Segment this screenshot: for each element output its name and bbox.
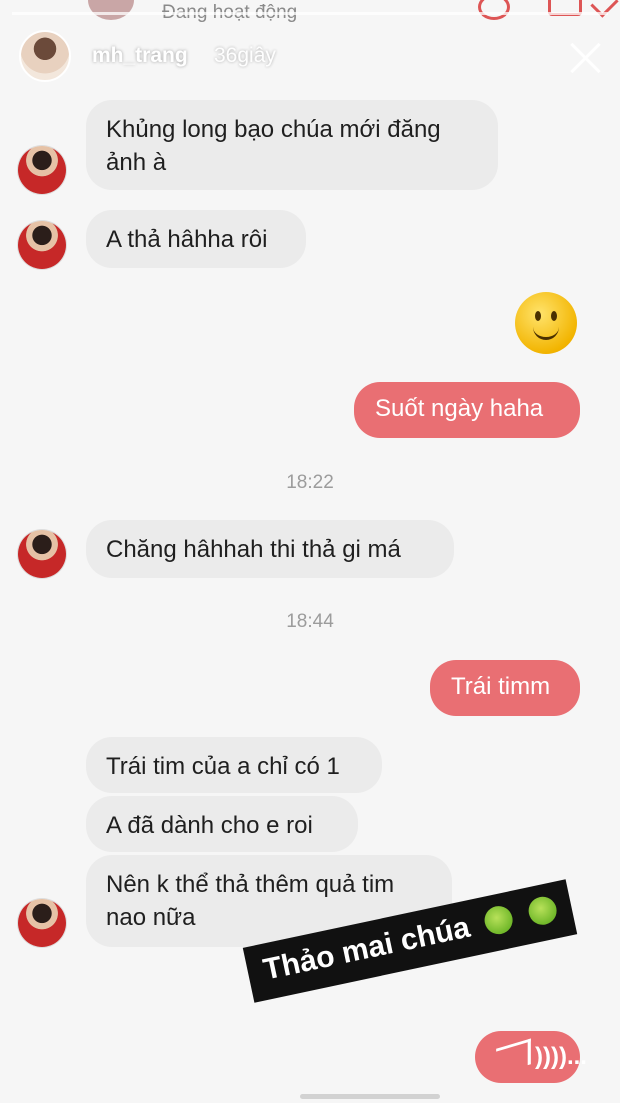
- sender-avatar: [18, 899, 66, 947]
- message-bubble: A thả hâhha rôi: [86, 210, 306, 268]
- message-bubble: Trái tim của a chỉ có 1: [86, 737, 382, 793]
- story-progress-bar: [12, 12, 608, 15]
- timestamp: 18:44: [286, 611, 334, 632]
- nauseated-face-icon: [525, 894, 559, 928]
- story-user-avatar[interactable]: [19, 30, 71, 82]
- sender-avatar: [18, 221, 66, 269]
- send-message-button[interactable]: ))))...: [475, 1031, 587, 1083]
- message-bubble: A đã dành cho e roi: [86, 796, 358, 852]
- slightly-smiling-face-icon: [515, 292, 577, 354]
- sender-avatar: [18, 530, 66, 578]
- home-indicator: [300, 1094, 440, 1099]
- story-username[interactable]: mh_trang: [92, 44, 188, 68]
- timestamp: 18:22: [286, 472, 334, 493]
- send-label: ))))...: [535, 1043, 587, 1070]
- sender-avatar: [18, 146, 66, 194]
- message-bubble-outgoing: Trái timm: [430, 660, 580, 716]
- phone-icon[interactable]: [478, 0, 510, 20]
- send-icon[interactable]: [496, 1038, 531, 1075]
- message-bubble: Chăng hâhhah thi thả gi má: [86, 520, 454, 578]
- message-bubble: Khủng long bạo chúa mới đăng ảnh à: [86, 100, 498, 190]
- nauseated-face-icon: [482, 903, 516, 937]
- chat-avatar: [88, 0, 134, 20]
- story-time: 36giây: [214, 44, 276, 67]
- message-bubble-outgoing: Suốt ngày haha: [354, 382, 580, 438]
- close-button[interactable]: [566, 38, 606, 78]
